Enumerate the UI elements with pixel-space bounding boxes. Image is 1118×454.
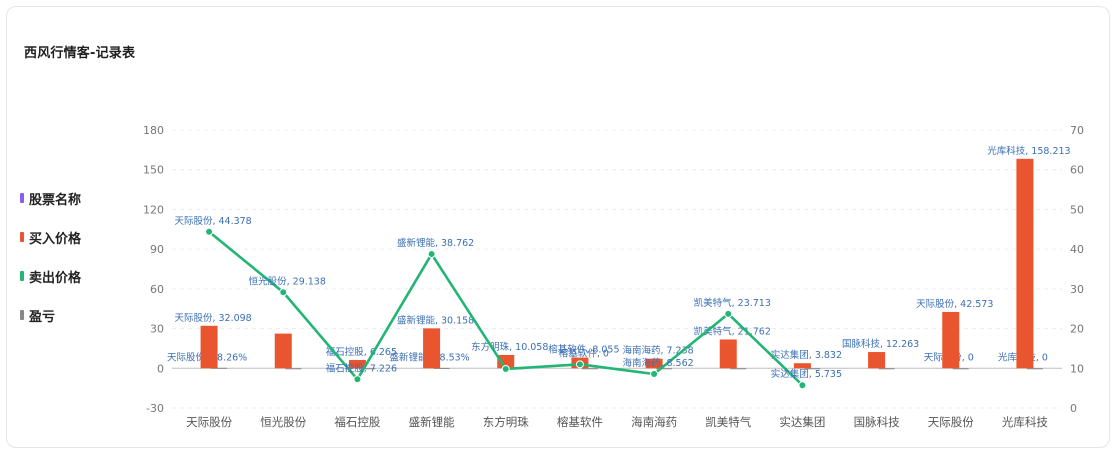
buy-price-bar	[274, 333, 292, 369]
profit-loss-bar	[285, 368, 302, 370]
left-axis-tick-label: 180	[143, 124, 164, 137]
left-axis-tick-label: 0	[157, 362, 164, 375]
x-axis-tick-label: 盛新锂能	[409, 415, 455, 429]
x-axis-tick-label: 恒光股份	[260, 415, 306, 429]
x-axis-tick-label: 光库科技	[1002, 415, 1048, 429]
buy-price-data-label: 实达集团, 3.832	[771, 349, 842, 361]
right-axis-tick-label: 70	[1070, 124, 1084, 137]
left-axis-tick-label: 60	[150, 283, 164, 296]
sell-price-data-label: 实达集团, 5.735	[771, 368, 842, 380]
right-axis-tick-label: 10	[1070, 362, 1084, 375]
profit-loss-bar	[878, 368, 895, 370]
x-axis-tick-label: 凯美特气	[705, 415, 751, 429]
x-axis-tick-label: 东方明珠	[483, 415, 529, 429]
x-axis-tick-label: 国脉科技	[854, 415, 900, 429]
sell-price-point	[724, 309, 733, 318]
sell-price-point	[353, 375, 362, 384]
buy-price-bar	[423, 328, 441, 369]
right-axis-tick-label: 30	[1070, 283, 1084, 296]
profit-loss-bar	[1026, 368, 1043, 370]
sell-price-point	[427, 250, 436, 259]
buy-price-data-label: 光库科技, 158.213	[987, 145, 1070, 157]
right-axis-tick-label: 60	[1070, 164, 1084, 177]
right-axis-tick-label: 50	[1070, 203, 1084, 216]
x-axis-tick-label: 福石控股	[334, 415, 380, 429]
buy-price-bar	[200, 325, 218, 369]
buy-price-data-label: 天际股份, 42.573	[916, 298, 993, 310]
x-axis-tick-label: 实达集团	[779, 415, 825, 429]
left-axis-tick-label: 120	[143, 203, 164, 216]
profit-loss-bar	[581, 368, 598, 370]
sell-price-point	[279, 288, 288, 297]
right-axis-tick-label: 20	[1070, 323, 1084, 336]
sell-price-data-label: 凯美特气, 23.713	[694, 297, 771, 309]
left-axis-tick-label: 150	[143, 164, 164, 177]
buy-price-bar	[868, 352, 886, 369]
right-axis-tick-label: 0	[1070, 402, 1077, 415]
left-axis-tick-label: 90	[150, 243, 164, 256]
sell-price-point	[798, 381, 807, 390]
left-axis-tick-label: 30	[150, 323, 164, 336]
buy-price-bar	[719, 339, 737, 369]
sell-price-data-label: 榕基软件, 0	[559, 347, 609, 359]
left-axis-tick-label: -30	[146, 402, 164, 415]
x-axis-tick-label: 天际股份	[186, 415, 232, 429]
sell-price-point	[575, 360, 584, 369]
x-axis-tick-label: 榕基软件	[557, 415, 603, 429]
x-axis-tick-label: 天际股份	[928, 415, 974, 429]
combo-chart: -30 0 30 60 90 120 150 180 0 10 20 30 40 50 60 70 天际股份 恒光…	[143, 124, 1084, 429]
sell-price-data-label: 福石控股, 7.226	[326, 362, 397, 374]
right-axis-tick-label: 40	[1070, 243, 1084, 256]
buy-price-data-label: 东方明珠, 10.058	[471, 341, 548, 353]
sell-price-data-label: 海南海药, 8.562	[622, 357, 693, 369]
sell-price-point	[205, 227, 214, 236]
profit-loss-bar	[952, 368, 969, 370]
sell-price-data-label: 盛新锂能, 38.762	[397, 237, 474, 249]
buy-price-data-label: 国脉科技, 12.263	[842, 338, 919, 350]
x-axis-tick-label: 海南海药	[631, 415, 677, 429]
sell-price-point	[650, 369, 659, 378]
sell-price-point	[501, 364, 510, 373]
buy-price-data-label: 天际股份, 32.098	[174, 312, 251, 324]
buy-price-bar	[942, 311, 960, 369]
sell-price-data-label: 天际股份, 44.378	[174, 215, 251, 227]
profit-loss-bar	[730, 368, 747, 370]
buy-price-bar	[793, 363, 811, 369]
sell-price-data-label: 恒光股份, 29.138	[249, 275, 326, 287]
buy-price-bar	[1016, 158, 1034, 369]
buy-price-data-label: 盛新锂能, 30.158	[397, 314, 474, 326]
